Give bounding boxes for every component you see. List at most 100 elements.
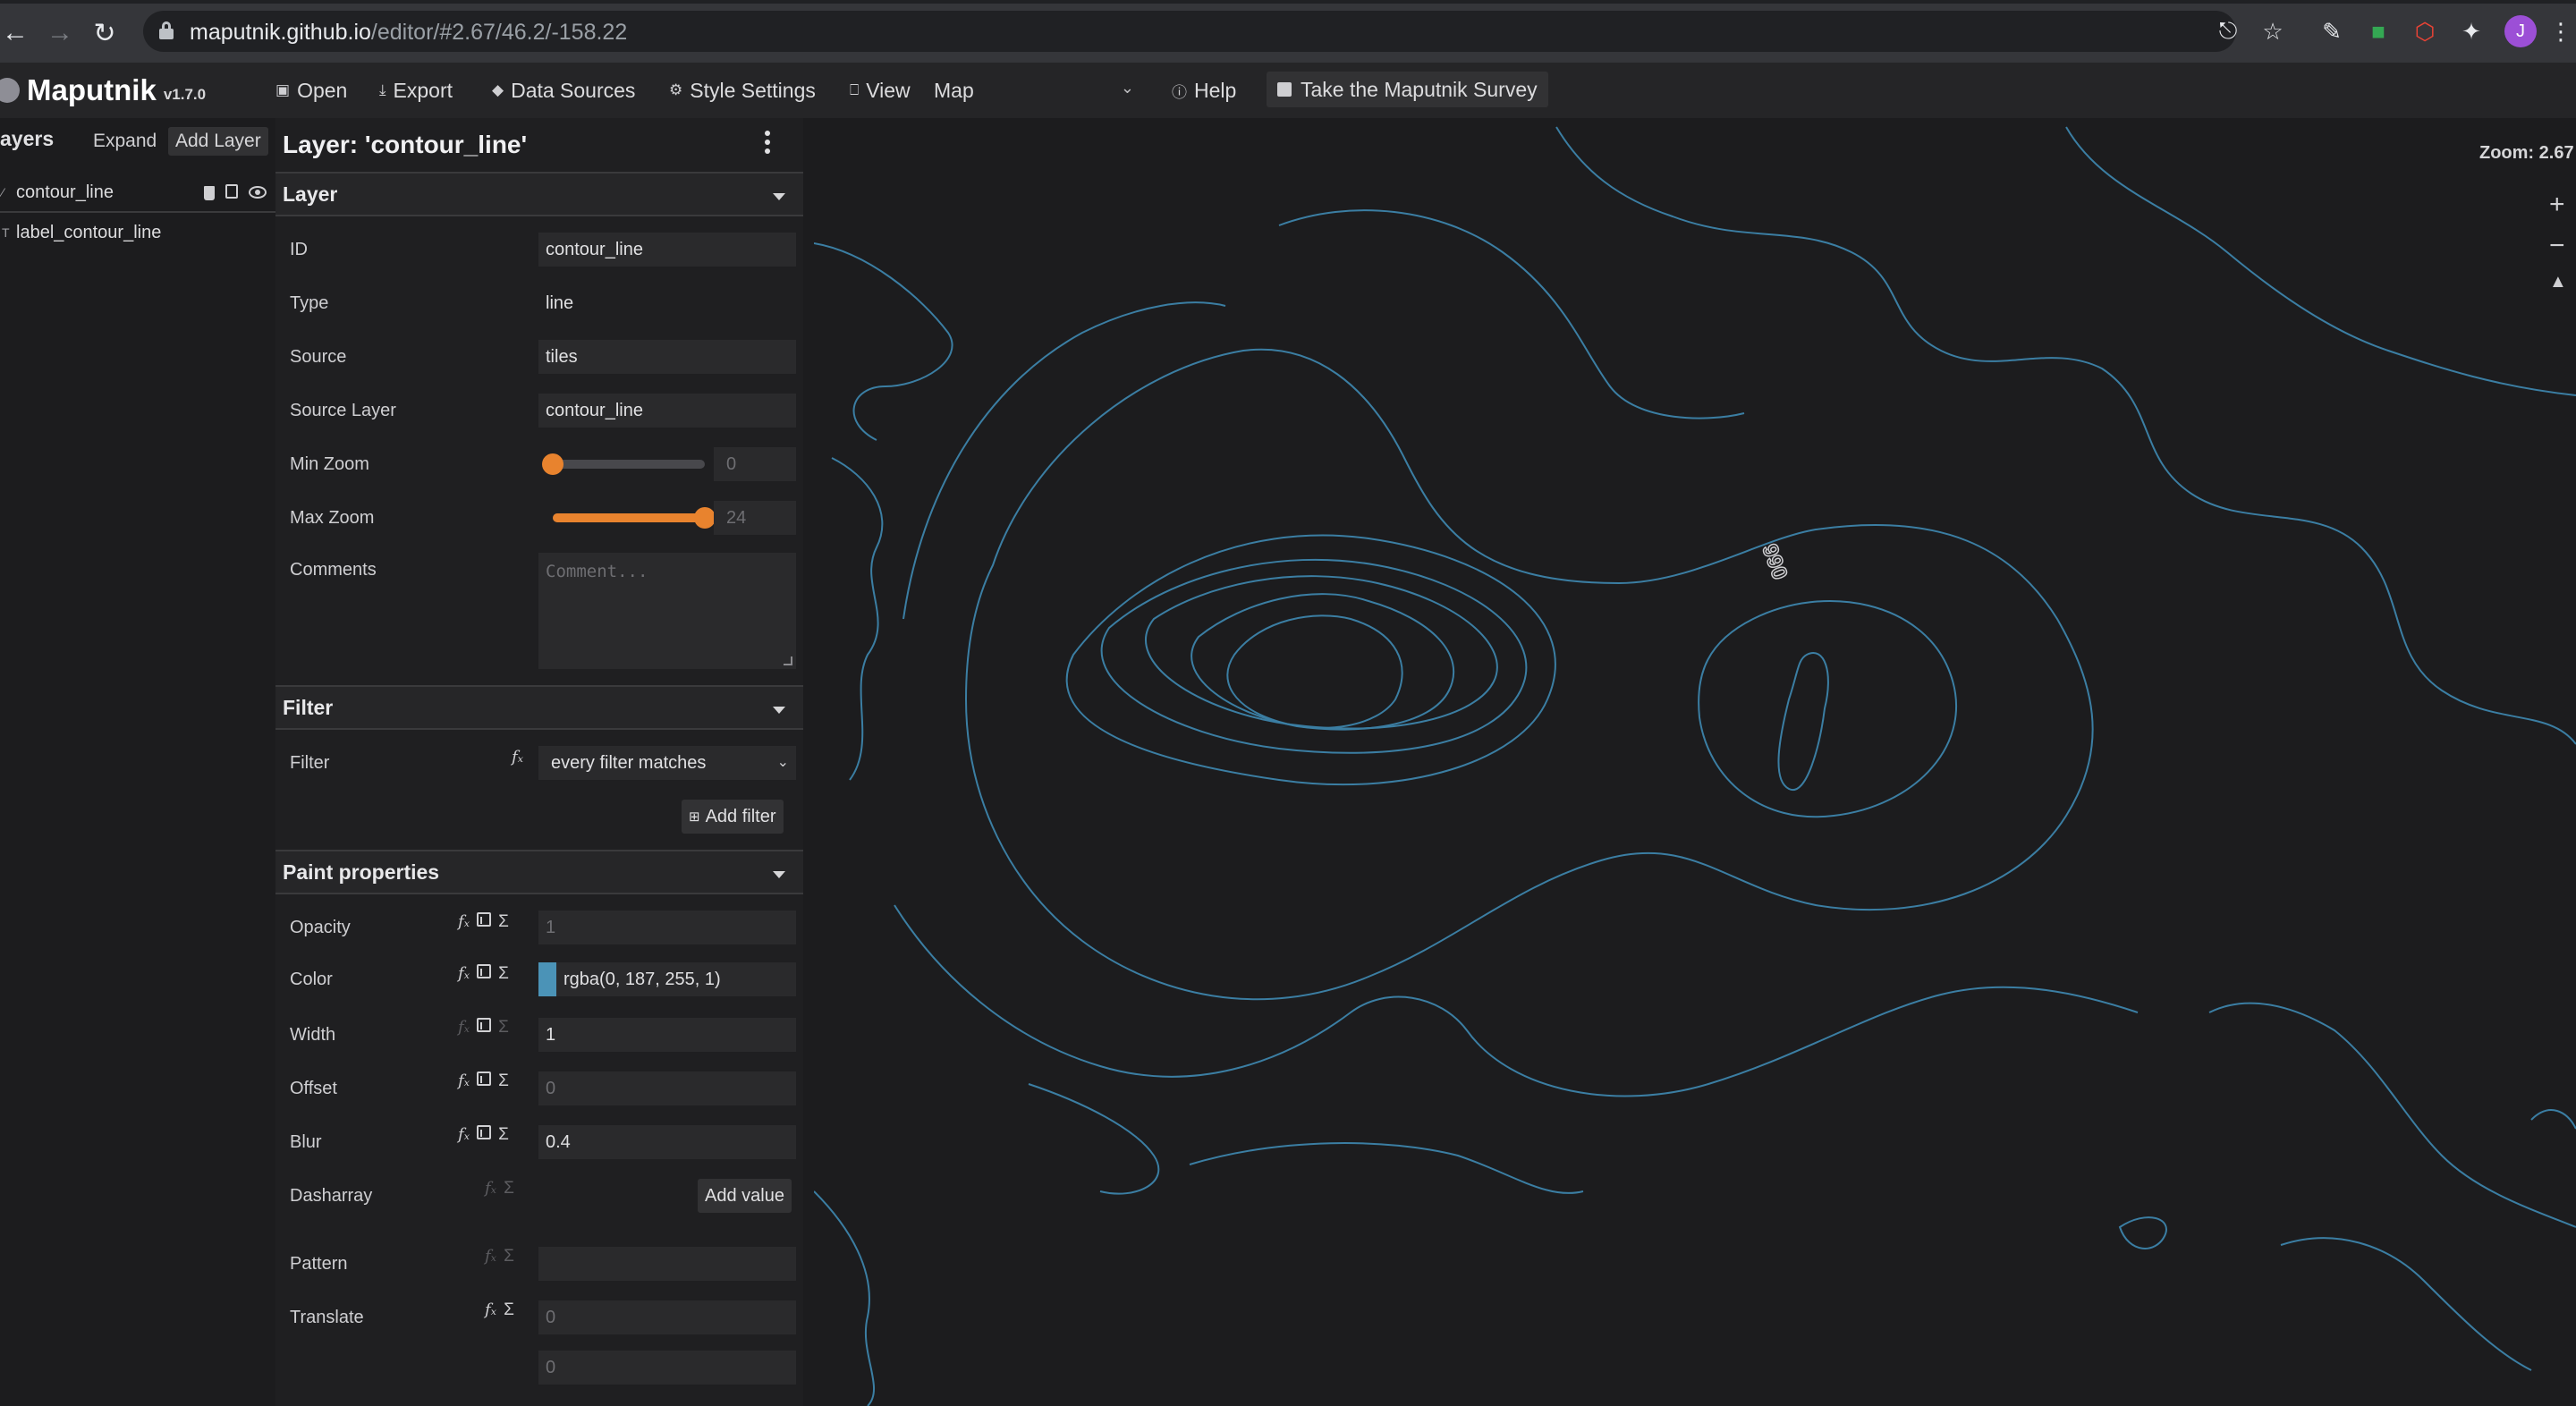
- filter-label: Filter: [290, 753, 330, 773]
- contour-line-outer: [1028, 1083, 1584, 1195]
- expression-sigma-icon: Σ: [504, 1179, 514, 1198]
- offset-input[interactable]: 0: [538, 1071, 796, 1105]
- slider-handle[interactable]: [694, 507, 716, 529]
- duplicate-icon[interactable]: [225, 184, 238, 199]
- max-zoom-input[interactable]: 24: [714, 501, 796, 535]
- function-icon[interactable]: fₓ: [485, 1300, 496, 1320]
- lock-icon: [159, 21, 174, 39]
- back-arrow-icon[interactable]: ←: [0, 18, 30, 48]
- source-layer-input[interactable]: contour_line: [538, 394, 796, 428]
- slider-handle[interactable]: [542, 453, 564, 475]
- comments-textarea[interactable]: Comment...: [538, 553, 796, 669]
- map-canvas[interactable]: 990 Zoom: 2.67 + − ▲: [814, 118, 2576, 1406]
- expression-sigma-icon[interactable]: Σ: [498, 1071, 509, 1091]
- min-zoom-slider[interactable]: [542, 453, 705, 475]
- browser-menu-icon[interactable]: ⋮: [2546, 16, 2576, 47]
- share-icon[interactable]: ⎋: [2213, 16, 2243, 47]
- style-settings-button[interactable]: ⚙ Style Settings: [669, 75, 816, 106]
- contour-ring: [1145, 575, 1498, 730]
- source-layer-label: Source Layer: [290, 401, 396, 420]
- color-swatch[interactable]: [538, 962, 556, 996]
- address-bar[interactable]: maputnik.github.io/editor/#2.67/46.2/-15…: [143, 11, 2236, 52]
- blur-tools: fₓ Σ: [458, 1125, 509, 1145]
- function-icon[interactable]: fₓ: [458, 1125, 470, 1145]
- expression-sigma-icon[interactable]: Σ: [498, 1125, 509, 1145]
- zoom-out-icon[interactable]: −: [2549, 231, 2576, 267]
- width-input[interactable]: 1: [538, 1018, 796, 1052]
- layer-item-label-contour-line[interactable]: T label_contour_line: [0, 213, 275, 252]
- color-input[interactable]: rgba(0, 187, 255, 1): [538, 962, 796, 996]
- compass-icon[interactable]: ▲: [2549, 272, 2576, 308]
- add-value-button[interactable]: Add value: [698, 1179, 792, 1213]
- translate-tools: fₓ Σ: [485, 1300, 514, 1320]
- trash-icon[interactable]: [204, 186, 215, 200]
- more-options-icon[interactable]: [762, 131, 773, 157]
- profile-avatar[interactable]: J: [2504, 15, 2537, 47]
- data-driven-icon[interactable]: [477, 1125, 492, 1139]
- source-input[interactable]: tiles: [538, 340, 796, 374]
- comments-label: Comments: [290, 560, 377, 580]
- expression-sigma-icon[interactable]: Σ: [504, 1300, 514, 1320]
- expression-sigma-icon[interactable]: Σ: [498, 964, 509, 984]
- layer-item-label: label_contour_line: [16, 222, 162, 242]
- max-zoom-slider[interactable]: [553, 507, 716, 529]
- filter-section-header[interactable]: Filter: [275, 685, 803, 730]
- expand-button[interactable]: Expand: [93, 131, 157, 152]
- blur-input[interactable]: 0.4: [538, 1125, 796, 1159]
- forward-arrow-icon[interactable]: →: [45, 18, 75, 48]
- coastline: [1555, 126, 2576, 745]
- reload-icon[interactable]: ↻: [89, 18, 120, 48]
- translate-x-input[interactable]: 0: [538, 1300, 796, 1334]
- pattern-tools: fₓ Σ: [485, 1247, 514, 1266]
- expression-sigma-icon[interactable]: Σ: [498, 912, 509, 932]
- data-driven-icon[interactable]: [477, 1071, 492, 1086]
- section-label: Layer: [283, 182, 338, 206]
- resize-grip-icon[interactable]: [784, 656, 792, 665]
- open-button[interactable]: ▣ Open: [275, 75, 347, 106]
- add-filter-button[interactable]: ⊞ Add filter: [682, 800, 784, 834]
- min-zoom-input[interactable]: 0: [714, 447, 796, 481]
- eye-icon[interactable]: [249, 186, 267, 199]
- zoom-in-icon[interactable]: +: [2549, 190, 2576, 225]
- data-driven-icon[interactable]: [477, 1018, 492, 1032]
- function-icon[interactable]: fₓ: [458, 912, 470, 932]
- layer-item-contour-line[interactable]: ⁄ contour_line: [0, 174, 275, 213]
- opacity-input[interactable]: 1: [538, 911, 796, 944]
- view-label: ⎕ View: [850, 78, 911, 102]
- data-driven-icon[interactable]: [477, 964, 492, 978]
- puzzle-extensions-icon[interactable]: ✦: [2456, 16, 2487, 47]
- red-extension-icon[interactable]: ⬡: [2410, 16, 2440, 47]
- layer-section-header[interactable]: Layer: [275, 172, 803, 216]
- expression-sigma-icon: Σ: [504, 1247, 514, 1266]
- data-driven-icon[interactable]: [477, 912, 492, 927]
- view-select[interactable]: Map ⌄: [930, 73, 1141, 107]
- collapse-triangle-icon: [773, 193, 785, 200]
- url-text[interactable]: maputnik.github.io/editor/#2.67/46.2/-15…: [190, 20, 627, 46]
- survey-button[interactable]: Take the Maputnik Survey: [1267, 72, 1548, 107]
- expression-sigma-icon: Σ: [498, 1018, 509, 1037]
- add-filter-icon: ⊞: [689, 809, 700, 825]
- translate-y-input[interactable]: 0: [538, 1351, 796, 1385]
- function-icon[interactable]: fₓ: [458, 1071, 470, 1091]
- id-input[interactable]: contour_line: [538, 233, 796, 267]
- paint-section-header[interactable]: Paint properties: [275, 850, 803, 894]
- filter-function-toggle[interactable]: fₓ: [512, 748, 523, 767]
- function-icon[interactable]: fₓ: [458, 964, 470, 984]
- filter-select[interactable]: every filter matches ⌄: [538, 746, 796, 780]
- layer-list-panel: ayers Expand Add Layer ⁄ contour_line T …: [0, 118, 275, 1406]
- contour-elevation-label: 990: [1757, 541, 1792, 583]
- data-sources-button[interactable]: ◆ Data Sources: [492, 75, 635, 106]
- green-extension-icon[interactable]: ■: [2363, 16, 2394, 47]
- function-icon[interactable]: fₓ: [512, 748, 523, 767]
- line-layer-icon: ⁄: [2, 185, 4, 199]
- pattern-input[interactable]: [538, 1247, 796, 1281]
- export-button[interactable]: ⤓ Export: [379, 75, 453, 106]
- edit-extension-icon[interactable]: ✎: [2317, 16, 2347, 47]
- maputnik-logo-icon: [0, 78, 20, 103]
- view-icon: ⎕: [850, 81, 860, 98]
- help-button[interactable]: ⓘ Help: [1172, 75, 1236, 106]
- add-layer-button[interactable]: Add Layer: [168, 127, 268, 156]
- bookmark-star-icon[interactable]: ☆: [2258, 16, 2288, 47]
- dasharray-label: Dasharray: [290, 1186, 373, 1206]
- contour-map[interactable]: 990: [814, 118, 2576, 1406]
